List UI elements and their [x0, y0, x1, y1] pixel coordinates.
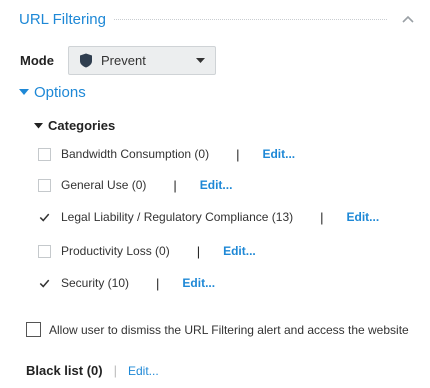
- category-checkbox[interactable]: [38, 244, 51, 258]
- triangle-down-icon: [34, 116, 43, 134]
- blacklist-row: Black list (0) | Edit...: [26, 363, 159, 378]
- separator: |: [320, 209, 324, 225]
- category-checkbox[interactable]: [38, 178, 51, 192]
- allow-dismiss-checkbox[interactable]: [26, 322, 41, 337]
- category-label: Security (10): [61, 276, 130, 290]
- section-title: URL Filtering: [19, 10, 106, 28]
- separator: |: [196, 243, 201, 259]
- blacklist-label: Black list (0): [26, 363, 103, 378]
- checkmark-icon: [39, 279, 50, 288]
- category-label: Legal Liability / Regulatory Compliance …: [61, 210, 294, 224]
- allow-dismiss-label: Allow user to dismiss the URL Filtering …: [49, 322, 409, 337]
- mode-label: Mode: [20, 53, 54, 68]
- separator: |: [113, 363, 117, 378]
- category-checkbox[interactable]: [38, 147, 51, 161]
- options-label: Options: [34, 83, 86, 101]
- mode-value: Prevent: [101, 53, 146, 68]
- category-edit-link[interactable]: Edit...: [347, 210, 380, 224]
- category-label: Bandwidth Consumption (0): [61, 147, 210, 161]
- section-header: URL Filtering: [19, 8, 415, 30]
- triangle-down-icon: [19, 83, 29, 101]
- mode-row: Mode Prevent: [20, 45, 216, 76]
- mode-dropdown[interactable]: Prevent: [68, 46, 216, 75]
- options-toggle[interactable]: Options: [19, 83, 86, 101]
- category-item: General Use (0) | Edit...: [38, 176, 232, 194]
- category-checkbox[interactable]: [38, 276, 51, 290]
- category-item: Legal Liability / Regulatory Compliance …: [38, 208, 379, 226]
- categories-toggle[interactable]: Categories: [34, 116, 115, 134]
- blacklist-edit-link[interactable]: Edit...: [128, 364, 159, 378]
- category-edit-link[interactable]: Edit...: [200, 178, 233, 192]
- category-edit-link[interactable]: Edit...: [223, 244, 256, 258]
- allow-dismiss-row: Allow user to dismiss the URL Filtering …: [26, 322, 409, 337]
- category-item: Productivity Loss (0) | Edit...: [38, 242, 256, 260]
- separator: |: [156, 275, 160, 291]
- category-label: Productivity Loss (0): [61, 244, 170, 258]
- separator: |: [236, 146, 240, 162]
- shield-icon: [79, 53, 95, 69]
- category-edit-link[interactable]: Edit...: [182, 276, 215, 290]
- category-edit-link[interactable]: Edit...: [262, 147, 295, 161]
- caret-down-icon: [195, 58, 205, 63]
- chevron-up-icon[interactable]: [401, 12, 415, 26]
- category-label: General Use (0): [61, 178, 147, 192]
- checkmark-icon: [39, 213, 50, 222]
- category-checkbox[interactable]: [38, 210, 51, 224]
- categories-label: Categories: [48, 117, 116, 133]
- category-item: Bandwidth Consumption (0) | Edit...: [38, 145, 295, 163]
- category-item: Security (10) | Edit...: [38, 274, 215, 292]
- separator: |: [173, 177, 177, 193]
- header-divider: [113, 18, 387, 20]
